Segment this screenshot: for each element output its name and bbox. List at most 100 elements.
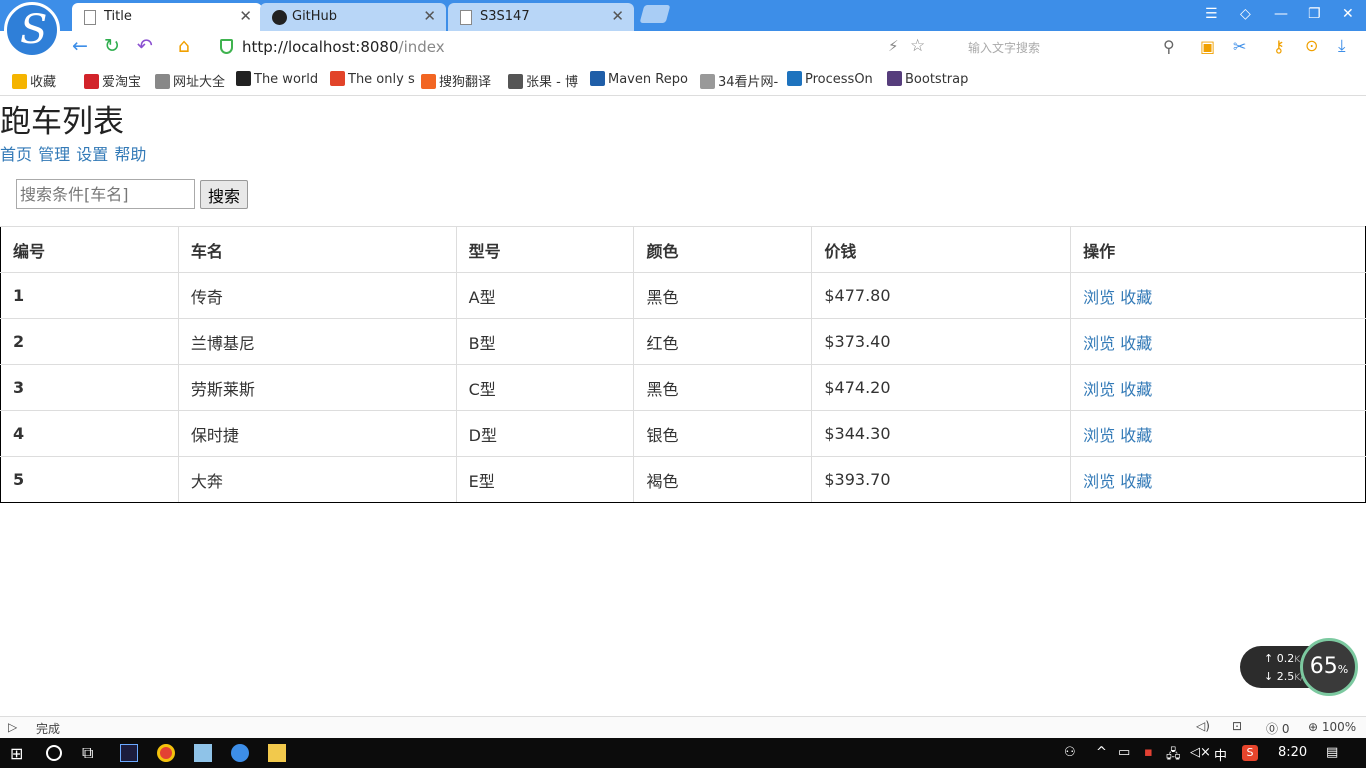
view-link[interactable]: 浏览 — [1083, 380, 1115, 399]
clock[interactable]: 8:20 — [1278, 745, 1307, 760]
nav-settings-link[interactable]: 设置 — [76, 145, 108, 164]
cell-name: 劳斯莱斯 — [177, 364, 457, 411]
minimize-icon[interactable]: — — [1274, 6, 1288, 22]
page-icon — [84, 10, 96, 25]
sound-icon[interactable]: ◁) — [1196, 719, 1210, 733]
restore-icon[interactable]: ❐ — [1308, 6, 1321, 22]
lightning-icon[interactable]: ⚡ — [888, 37, 899, 55]
scissors-icon[interactable]: ✂ — [1233, 37, 1246, 56]
bookmark-label: 爱淘宝 — [102, 75, 142, 90]
cell-color: 褐色 — [633, 456, 813, 503]
new-tab-button[interactable] — [639, 5, 671, 23]
windows-start-icon[interactable]: ⊞ — [10, 744, 23, 763]
tab-close-icon[interactable]: ✕ — [611, 7, 624, 25]
tab-close-icon[interactable]: ✕ — [423, 7, 436, 25]
nav-home-link[interactable]: 首页 — [0, 145, 32, 164]
task-view-icon[interactable]: ⧉ — [82, 743, 93, 763]
download-icon[interactable]: ⤓ — [1338, 36, 1346, 56]
chrome-icon[interactable] — [157, 744, 175, 762]
bookmark-item[interactable]: The only s — [330, 71, 415, 87]
search-input[interactable]: 输入文字搜索 — [968, 39, 1040, 56]
key-icon[interactable]: ⚷ — [1273, 37, 1285, 56]
back-icon[interactable]: ← — [72, 35, 88, 57]
bookmark-label: 网址大全 — [173, 75, 226, 90]
close-window-icon[interactable]: ✕ — [1342, 6, 1354, 22]
bookmark-item[interactable]: Maven Repo — [590, 71, 688, 87]
cell-name: 兰博基尼 — [177, 318, 457, 365]
skin-icon[interactable]: ◇ — [1240, 6, 1251, 22]
cell-color: 银色 — [633, 410, 813, 457]
bookmark-item[interactable]: 张果 - 博 — [508, 71, 578, 90]
col-header-price: 价钱 — [811, 226, 1072, 273]
cell-actions: 浏览 收藏 — [1070, 456, 1366, 503]
tab-close-icon[interactable]: ✕ — [239, 7, 252, 25]
bookmark-item[interactable]: Bootstrap — [887, 71, 968, 87]
ime-indicator[interactable]: 中 — [1214, 745, 1227, 764]
bookmark-item[interactable]: 网址大全 — [155, 71, 225, 90]
favorite-link[interactable]: 收藏 — [1120, 426, 1152, 445]
address-bar[interactable]: http://localhost:8080/index — [210, 34, 950, 58]
cell-id: 1 — [0, 272, 179, 319]
search-button[interactable]: 搜索 — [200, 180, 248, 209]
browser-logo-icon[interactable] — [4, 2, 60, 58]
cell-id: 5 — [0, 456, 179, 503]
network-speed-widget[interactable]: ↑ 0.2K/s ↓ 2.5K/s 65% — [1240, 636, 1360, 696]
sogou-ime-icon[interactable]: S — [1242, 745, 1258, 761]
bookmark-label: The only s — [348, 72, 415, 87]
search-circle-icon[interactable] — [46, 745, 62, 761]
zoom-level[interactable]: ⊕ 100% — [1308, 720, 1356, 734]
col-header-name: 车名 — [177, 226, 457, 273]
bookmark-item[interactable]: The world — [236, 71, 318, 87]
tab-title[interactable]: Title ✕ — [72, 3, 262, 31]
car-search-input[interactable] — [16, 179, 195, 209]
view-link[interactable]: 浏览 — [1083, 288, 1115, 307]
view-link[interactable]: 浏览 — [1083, 426, 1115, 445]
col-header-color: 颜色 — [633, 226, 813, 273]
intellij-icon[interactable] — [120, 744, 138, 762]
bookmark-icon — [508, 74, 523, 89]
notepad-icon[interactable] — [194, 744, 212, 762]
tab-s3s147[interactable]: S3S147 ✕ — [448, 3, 634, 31]
volume-icon[interactable]: ◁× — [1190, 745, 1211, 760]
status-text: 完成 — [36, 722, 61, 736]
menu-icon[interactable]: ☰ — [1205, 6, 1218, 22]
home-icon[interactable]: ⌂ — [178, 35, 190, 57]
bookmark-item[interactable]: 搜狗翻译 — [421, 71, 491, 90]
extension-icon[interactable]: ▣ — [1200, 37, 1215, 56]
favorite-link[interactable]: 收藏 — [1120, 380, 1152, 399]
nav-help-link[interactable]: 帮助 — [114, 145, 146, 164]
favorite-link[interactable]: 收藏 — [1120, 288, 1152, 307]
cell-color: 红色 — [633, 318, 813, 365]
adblock-count[interactable]: ⓪ 0 — [1266, 720, 1289, 737]
star-icon[interactable]: ☆ — [910, 36, 925, 56]
view-link[interactable]: 浏览 — [1083, 334, 1115, 353]
bookmark-item[interactable]: 爱淘宝 — [84, 71, 141, 90]
undo-icon[interactable]: ↶ — [137, 35, 153, 57]
network-icon[interactable]: 🖧 — [1166, 745, 1181, 767]
favorite-link[interactable]: 收藏 — [1120, 472, 1152, 491]
refresh-icon[interactable]: ↻ — [104, 35, 120, 57]
tray-chevron-icon[interactable]: ^ — [1096, 745, 1107, 760]
file-explorer-icon[interactable] — [268, 744, 286, 762]
cell-id: 4 — [0, 410, 179, 457]
notification-icon[interactable]: ▤ — [1326, 745, 1338, 760]
favorite-link[interactable]: 收藏 — [1120, 334, 1152, 353]
people-icon[interactable]: ⚇ — [1064, 745, 1076, 760]
lock-icon[interactable]: ⊡ — [1232, 719, 1242, 733]
tab-github[interactable]: GitHub ✕ — [260, 3, 446, 31]
bookmark-item[interactable]: 34看片网- — [700, 71, 778, 90]
bookmark-item[interactable]: ProcessOn — [787, 71, 873, 87]
sogou-browser-icon[interactable] — [231, 744, 249, 762]
url-text[interactable]: http://localhost:8080/index — [242, 38, 445, 56]
cell-id: 3 — [0, 364, 179, 411]
cell-color: 黑色 — [633, 272, 813, 319]
nav-manage-link[interactable]: 管理 — [38, 145, 70, 164]
more-icon[interactable]: ⊙ — [1305, 36, 1318, 55]
battery-icon[interactable]: ▭ — [1118, 745, 1130, 760]
search-icon[interactable]: ⚲ — [1163, 37, 1175, 56]
view-link[interactable]: 浏览 — [1083, 472, 1115, 491]
sidebar-toggle-icon[interactable]: ▷ — [8, 720, 17, 734]
app-tray-icon[interactable]: ▪ — [1144, 745, 1153, 760]
memory-percent-gauge[interactable]: 65% — [1300, 638, 1358, 696]
bookmark-item[interactable]: 收藏 — [12, 71, 56, 90]
